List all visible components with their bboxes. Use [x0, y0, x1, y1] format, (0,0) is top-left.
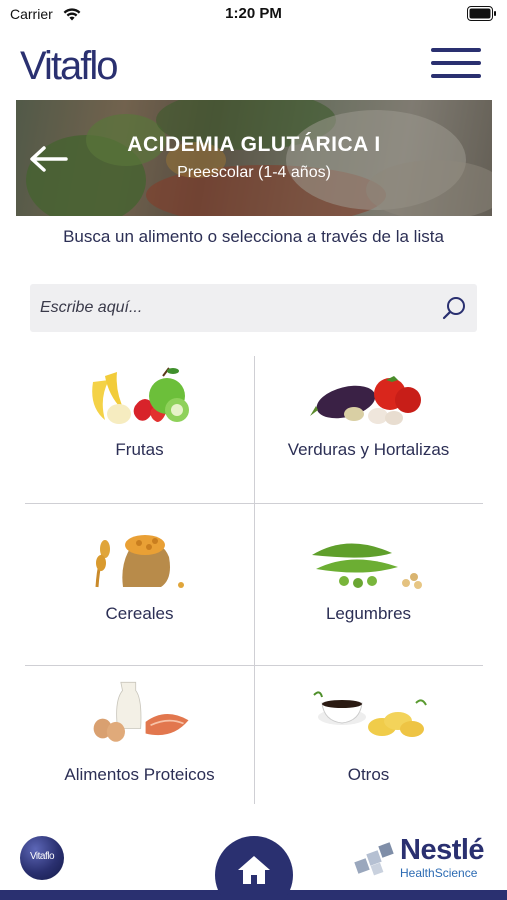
search-instructions: Busca un alimento o selecciona a través … [63, 227, 444, 246]
search-icon[interactable] [441, 295, 467, 321]
condition-banner: ACIDEMIA GLUTÁRICA I Preescolar (1-4 año… [16, 100, 492, 216]
category-alimentos-proteicos[interactable]: Alimentos Proteicos [25, 665, 254, 804]
legumes-icon [312, 543, 422, 589]
status-bar: Carrier 1:20 PM [0, 0, 507, 30]
vegetables-icon [310, 376, 421, 425]
badge-text: Vitaflo [29, 851, 55, 862]
footer: Vitaflo Nestlé HealthScience [0, 820, 507, 900]
category-label: Verduras y Hortalizas [287, 440, 450, 459]
category-label: Legumbres [325, 604, 412, 623]
category-verduras[interactable]: Verduras y Hortalizas [254, 356, 483, 503]
vitaflo-badge: Vitaflo [20, 836, 64, 880]
nestle-health-science-logo: Nestlé HealthScience [352, 834, 492, 884]
category-label: Alimentos Proteicos [64, 765, 215, 784]
category-otros[interactable]: Otros [254, 665, 483, 804]
battery-icon [467, 6, 496, 21]
clock: 1:20 PM [225, 5, 282, 22]
category-frutas[interactable]: Frutas [25, 356, 254, 503]
category-cereales[interactable]: Cereales [25, 503, 254, 665]
search-input[interactable] [40, 284, 430, 332]
home-button[interactable] [215, 836, 293, 900]
search-bar [30, 284, 477, 332]
condition-title: ACIDEMIA GLUTÁRICA I [127, 133, 381, 156]
fruits-icon [92, 367, 189, 424]
home-icon [238, 856, 270, 884]
app-header: Vitaflo [0, 30, 507, 100]
age-group-subtitle: Preescolar (1-4 años) [177, 164, 331, 181]
category-label: Cereales [105, 604, 174, 623]
cubes-icon [354, 842, 394, 876]
hamburger-menu-icon[interactable] [431, 48, 481, 82]
category-label: Frutas [115, 440, 164, 459]
cereals-icon [95, 535, 184, 588]
brand-subtitle: HealthScience [400, 866, 478, 880]
category-legumbres[interactable]: Legumbres [254, 503, 483, 665]
category-label: Otros [347, 765, 390, 784]
others-icon [313, 691, 427, 737]
brand-name: Nestlé [400, 834, 485, 866]
vitaflo-logo: Vitaflo [20, 44, 118, 88]
category-grid: Frutas Verduras y Hortalizas Cereales Le… [25, 356, 483, 804]
protein-foods-icon [93, 681, 189, 742]
